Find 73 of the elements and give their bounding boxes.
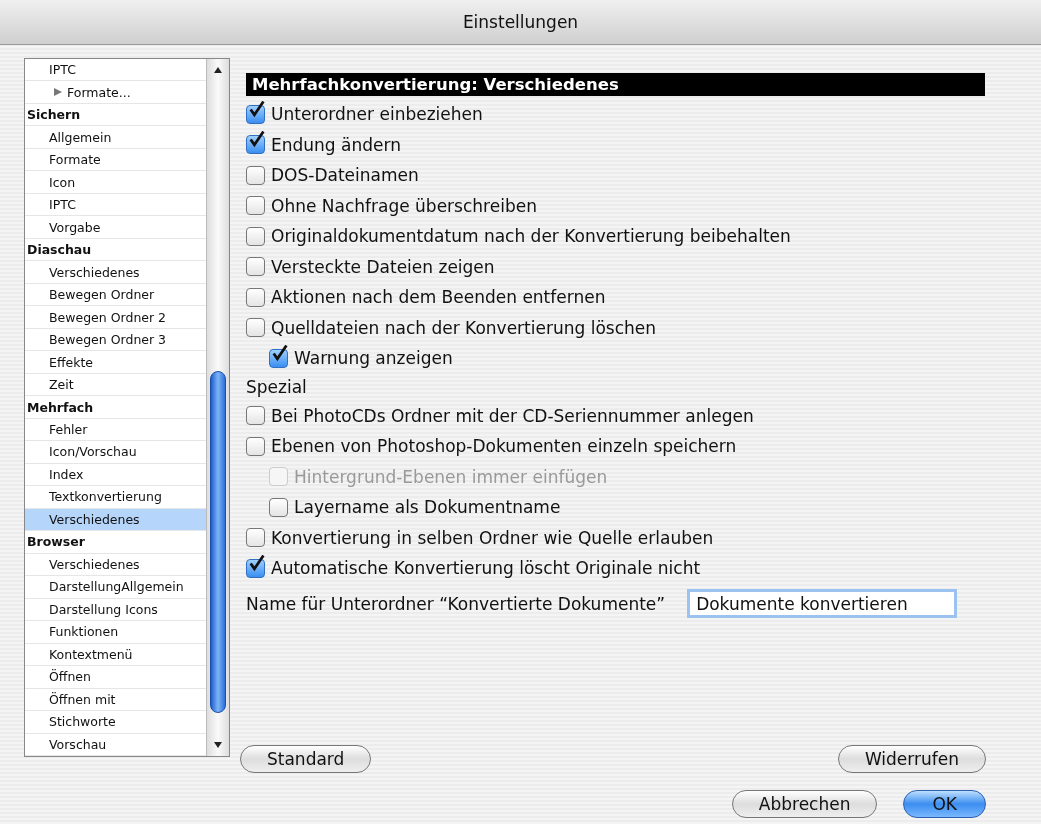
category-item[interactable]: Zeit [49, 377, 74, 392]
category-item[interactable]: Verschiedenes [49, 556, 140, 572]
category-item[interactable]: Öffnen [49, 669, 91, 685]
category-item[interactable]: Icon [49, 174, 76, 190]
category-item[interactable]: Bewegen Ordner 3 [49, 332, 167, 348]
category-item[interactable]: Öffnen mit [49, 691, 116, 707]
checkbox[interactable] [246, 406, 265, 426]
category-item[interactable]: Bewegen Ordner [49, 287, 155, 303]
cancel-button[interactable]: Abbrechen [731, 790, 878, 818]
window-title: Einstellungen [462, 12, 579, 32]
checkbox[interactable] [246, 436, 265, 456]
category-item[interactable]: Darstellung Icons [49, 601, 158, 617]
undo-button[interactable]: Widerrufen [837, 745, 986, 773]
checkbox-label: Endung ändern [271, 134, 401, 155]
category-header[interactable]: Sichern [27, 107, 81, 123]
checkbox[interactable] [269, 348, 288, 368]
category-item[interactable]: DarstellungAllgemein [49, 579, 184, 595]
checkbox-label: Originaldokumentdatum nach der Konvertierung beibehalten [271, 226, 791, 247]
checkbox-label: Versteckte Dateien zeigen [271, 256, 495, 277]
checkbox[interactable] [246, 558, 265, 578]
checkbox[interactable] [246, 226, 265, 246]
checkbox-label: Bei PhotoCDs Ordner mit der CD-Seriennummer anlegen [271, 405, 754, 426]
category-item[interactable]: Formate [49, 152, 101, 168]
checkbox-label: Unterordner einbeziehen [271, 104, 483, 125]
category-item[interactable]: Verschiedenes [49, 264, 140, 280]
category-item[interactable]: Icon/Vorschau [49, 444, 137, 460]
scroll-down-icon[interactable] [213, 740, 223, 750]
checkbox[interactable] [246, 104, 265, 124]
checkbox-label: Automatische Konvertierung löscht Originale nicht [271, 558, 701, 579]
checkbox[interactable] [246, 528, 265, 548]
section-label: Spezial [246, 377, 307, 397]
checkbox-label: Quelldateien nach der Konvertierung löschen [271, 317, 656, 338]
checkbox-label: Aktionen nach dem Beenden entfernen [271, 287, 606, 308]
standard-button[interactable]: Standard [240, 745, 372, 773]
category-item[interactable]: Fehler [49, 422, 88, 437]
category-item[interactable]: Formate... [67, 84, 131, 100]
category-item[interactable]: IPTC [49, 197, 76, 213]
category-item[interactable]: Kontextmenü [49, 646, 133, 662]
scroll-bar[interactable] [206, 59, 229, 756]
category-item[interactable]: Index [49, 466, 84, 482]
checkbox-label: Layername als Dokumentname [294, 497, 561, 518]
scroll-up-icon[interactable] [213, 65, 223, 75]
name-field[interactable]: Dokumente konvertieren [687, 589, 958, 618]
category-item[interactable]: Allgemein [49, 129, 112, 145]
checkbox-label: Hintergrund-Ebenen immer einfügen [294, 466, 608, 487]
checkbox-label: Warnung anzeigen [294, 348, 453, 369]
field-label: Name für Unterordner “Konvertierte Dokumente” [246, 593, 666, 614]
checkbox-label: DOS-Dateinamen [271, 165, 419, 186]
disclosure-triangle-icon[interactable] [53, 87, 63, 98]
category-header[interactable]: Mehrfach [27, 399, 94, 415]
checkbox[interactable] [246, 318, 265, 338]
category-header[interactable]: Diaschau [27, 242, 92, 258]
category-item[interactable]: Funktionen [49, 624, 119, 640]
checkbox[interactable] [246, 257, 265, 277]
checkbox[interactable] [269, 497, 288, 517]
category-item[interactable]: IPTC [49, 62, 76, 78]
category-item[interactable]: Bewegen Ordner 2 [49, 309, 167, 325]
checkbox[interactable] [246, 165, 265, 185]
category-item[interactable]: Effekte [49, 354, 94, 370]
category-item[interactable]: Vorschau [49, 736, 107, 752]
checkbox-label: Konvertierung in selben Ordner wie Quelle erlauben [271, 527, 714, 548]
category-header[interactable]: Browser [27, 534, 85, 550]
checkbox[interactable] [246, 287, 265, 307]
checkbox-label: Ohne Nachfrage überschreiben [271, 195, 537, 216]
category-item[interactable]: Vorgabe [49, 219, 101, 235]
checkbox[interactable] [246, 196, 265, 216]
category-item[interactable]: Textkonvertierung [49, 489, 162, 505]
section-title: Mehrfachkonvertierung: Verschiedenes [246, 73, 985, 96]
ok-button[interactable]: OK [903, 790, 986, 818]
checkbox-label: Ebenen von Photoshop-Dokumenten einzeln speichern [271, 436, 737, 457]
scroll-thumb[interactable] [210, 371, 226, 713]
category-item[interactable]: Verschiedenes [25, 508, 206, 532]
category-item[interactable]: Stichworte [49, 714, 116, 730]
